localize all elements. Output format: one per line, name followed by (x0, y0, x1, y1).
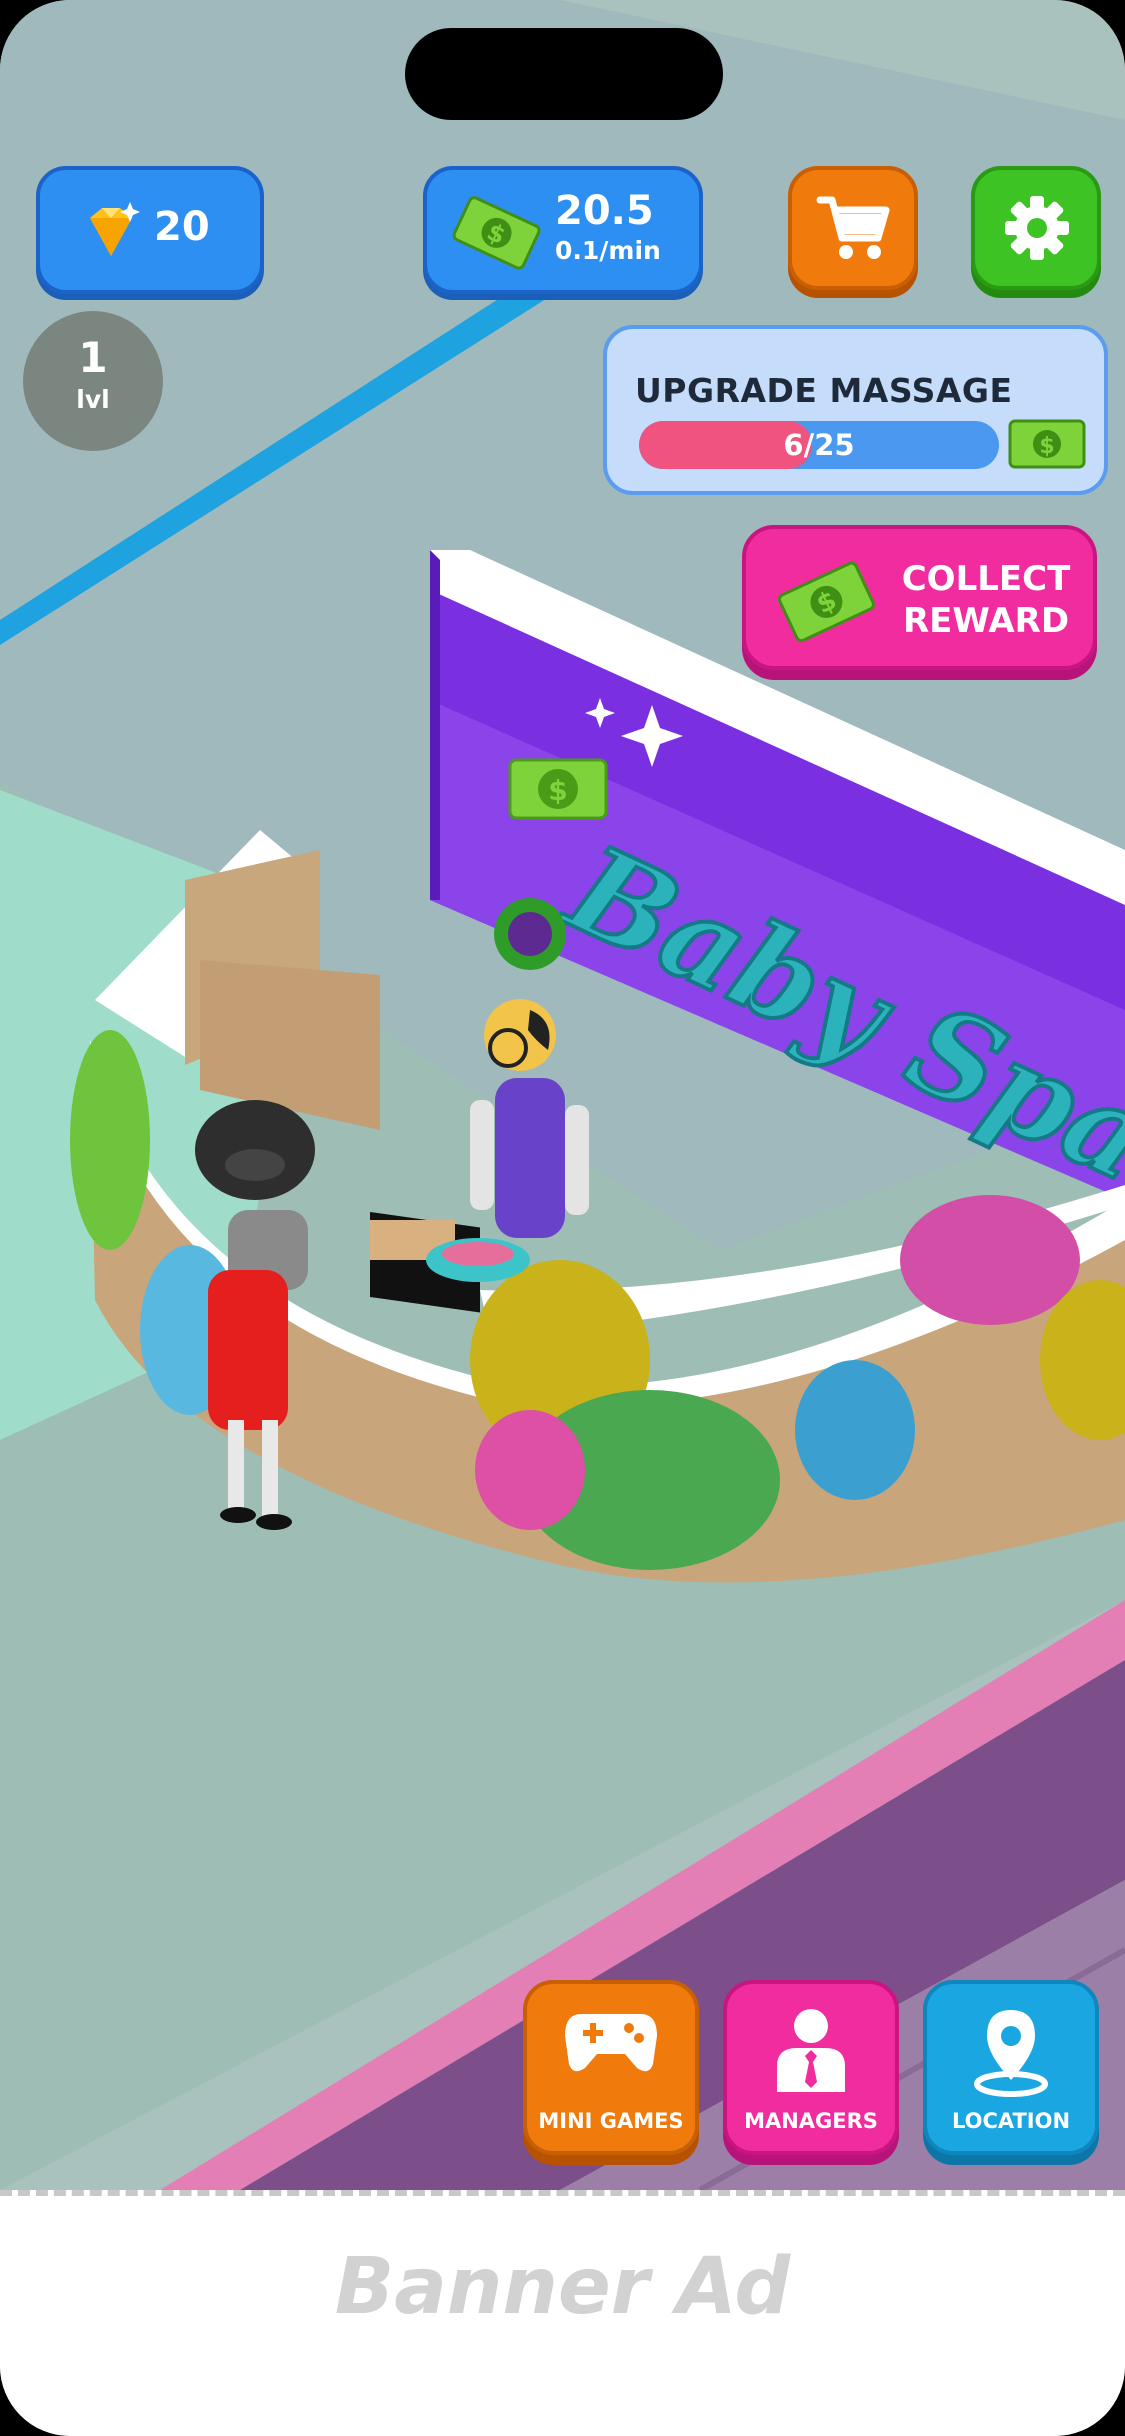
upgrade-progress-text: 6/25 (783, 428, 855, 462)
collect-label-line1: COLLECT (901, 559, 1071, 599)
banner-ad-label: Banner Ad (334, 2242, 791, 2332)
gear-icon (1005, 196, 1069, 260)
level-label: lvl (76, 385, 110, 414)
gem-icon (90, 202, 140, 256)
gems-value: 20 (154, 204, 210, 250)
gems-counter[interactable]: 20 (36, 166, 264, 294)
cash-icon: $ (452, 196, 541, 270)
location-button[interactable]: LOCATION (923, 1980, 1099, 2155)
cash-icon: $ (1008, 419, 1086, 469)
upgrade-title: UPGRADE MASSAGE (635, 371, 1013, 410)
collect-label-line2: REWARD (902, 601, 1070, 641)
cash-counter[interactable]: $ 20.5 0.1/min (423, 166, 703, 294)
floating-cash-icon: $ (508, 758, 608, 820)
svg-text:$: $ (548, 774, 567, 807)
managers-label: MANAGERS (744, 2109, 878, 2133)
settings-button[interactable] (971, 166, 1101, 290)
shop-button[interactable] (788, 166, 918, 290)
mini-games-button[interactable]: MINI GAMES (523, 1980, 699, 2155)
game-screen: Baby Spa $ 20 $ 20.5 0.1/min 1 lvl UPGRA… (0, 0, 1125, 2436)
cash-value: 20.5 (555, 188, 654, 234)
gamepad-icon (565, 2014, 657, 2072)
svg-text:$: $ (1039, 434, 1054, 459)
cart-icon (816, 196, 890, 259)
managers-button[interactable]: MANAGERS (723, 1980, 899, 2155)
location-label: LOCATION (951, 2109, 1071, 2133)
cash-rate: 0.1/min (555, 236, 661, 265)
dynamic-island (405, 28, 723, 120)
collect-reward-button[interactable]: $ COLLECT REWARD (742, 525, 1097, 670)
manager-icon (777, 2009, 845, 2092)
upgrade-progress-bar: 6/25 (639, 421, 999, 469)
level-number: 1 (78, 333, 108, 382)
upgrade-panel[interactable]: UPGRADE MASSAGE 6/25 $ (603, 325, 1108, 495)
location-pin-icon (974, 2010, 1048, 2097)
cash-icon: $ (777, 561, 875, 643)
banner-ad[interactable]: Banner Ad (0, 2190, 1125, 2436)
mini-games-label: MINI GAMES (538, 2109, 684, 2133)
level-badge: 1 lvl (23, 311, 163, 451)
